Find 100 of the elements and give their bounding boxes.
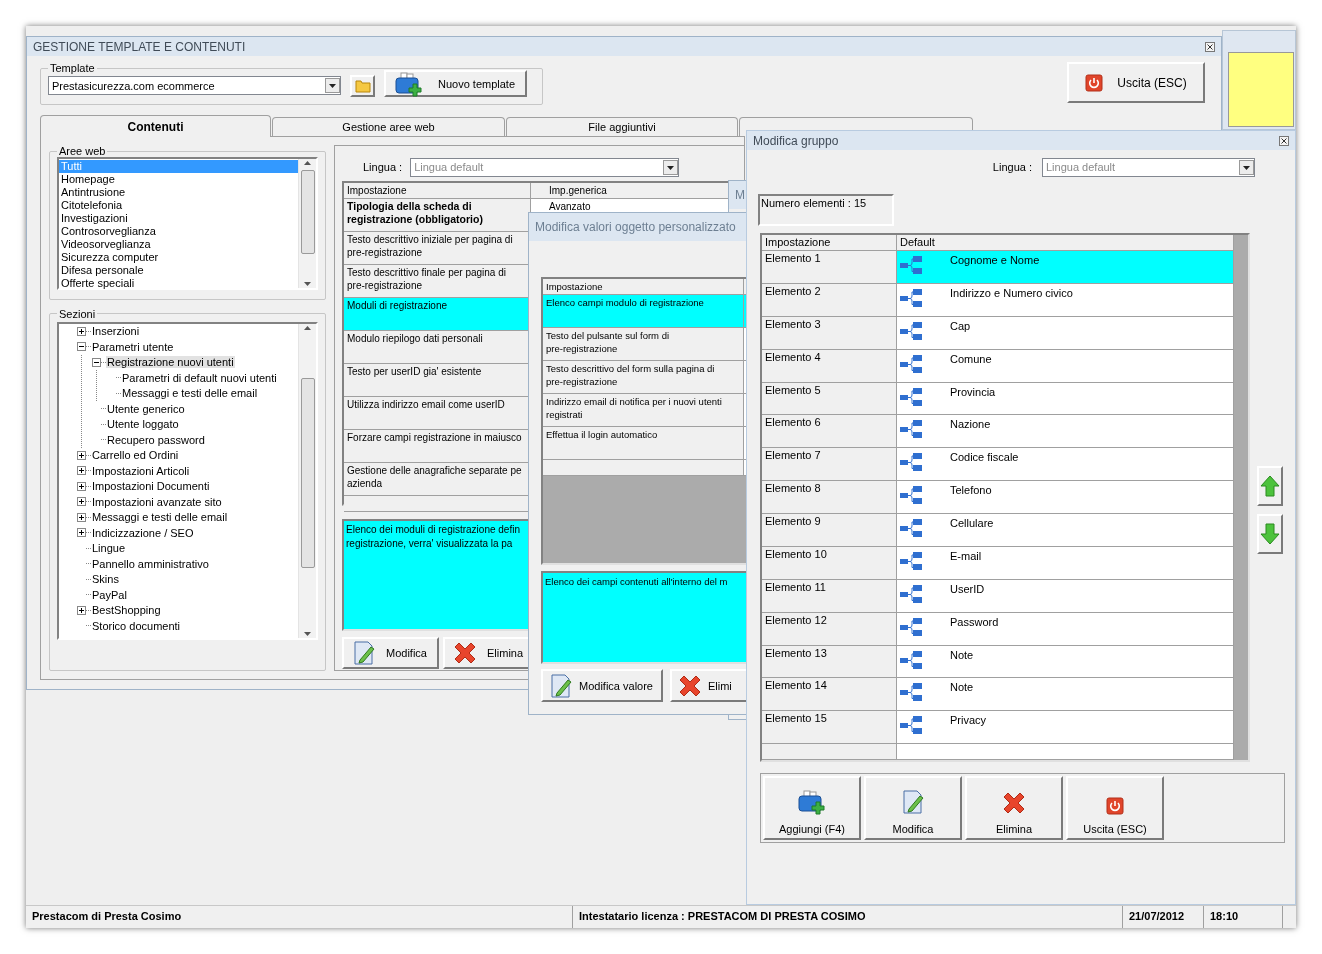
list-item[interactable]: Investigazioni bbox=[59, 212, 298, 225]
expand-icon[interactable] bbox=[77, 497, 86, 507]
table-cell[interactable]: Gestione delle anagrafiche separate pe azienda bbox=[344, 463, 531, 496]
list-item[interactable]: Videosorveglianza bbox=[59, 238, 298, 251]
expand-icon[interactable] bbox=[77, 481, 86, 491]
table-cell[interactable]: Elemento 7 bbox=[762, 448, 897, 482]
template-dropdown[interactable]: Prestasicurezza.com ecommerce bbox=[48, 76, 341, 95]
tree-item[interactable]: Impostazioni Articoli bbox=[91, 464, 191, 477]
edit-button[interactable]: Modifica valore bbox=[541, 669, 663, 702]
close-icon[interactable] bbox=[1279, 135, 1289, 146]
table-cell[interactable]: Testo del pulsante sul form di pre-registrazione bbox=[543, 328, 744, 361]
collapse-icon[interactable] bbox=[77, 342, 86, 352]
table-cell[interactable]: Elemento 5 bbox=[762, 382, 897, 416]
table-cell[interactable]: Elemento 6 bbox=[762, 415, 897, 449]
move-up-button[interactable] bbox=[1257, 466, 1283, 506]
tab[interactable]: Contenuti bbox=[40, 115, 271, 137]
list-item[interactable]: Difesa personale bbox=[59, 264, 298, 277]
list-item[interactable]: Homepage bbox=[59, 173, 298, 186]
table-cell[interactable]: Note bbox=[897, 645, 1234, 679]
tree-item[interactable]: Messaggi e testi delle email bbox=[91, 511, 229, 524]
table-cell[interactable]: Codice fiscale bbox=[897, 448, 1234, 482]
list-item[interactable]: Sicurezza computer bbox=[59, 251, 298, 264]
table-cell[interactable]: Modulo riepilogo dati personali bbox=[344, 331, 531, 364]
tab[interactable]: File aggiuntivi bbox=[506, 117, 738, 136]
table-cell[interactable]: Elemento 1 bbox=[762, 251, 897, 284]
table-cell[interactable]: Elemento 3 bbox=[762, 316, 897, 350]
tree-item[interactable]: Impostazioni avanzate sito bbox=[91, 495, 223, 508]
table-cell[interactable]: Tipologia della scheda di registrazione (obbligatorio) bbox=[344, 199, 531, 232]
list-item[interactable]: Citotelefonia bbox=[59, 199, 298, 212]
scroll-down-icon[interactable] bbox=[303, 279, 312, 288]
table-cell[interactable]: Testo descrittivo iniziale per pagina di pre-registrazione bbox=[344, 232, 531, 265]
table-cell[interactable]: Elemento 13 bbox=[762, 645, 897, 679]
scroll-thumb[interactable] bbox=[300, 377, 315, 568]
table-cell[interactable]: Elemento 2 bbox=[762, 283, 897, 317]
table-cell[interactable]: Indirizzo e Numero civico bbox=[897, 283, 1234, 317]
tree-item[interactable]: Storico documenti bbox=[91, 619, 182, 632]
tree-item[interactable]: Messaggi e testi delle email bbox=[121, 387, 259, 400]
tree-item[interactable]: Inserzioni bbox=[91, 325, 141, 338]
table-cell[interactable]: Elenco campi modulo di registrazione bbox=[543, 295, 744, 328]
expand-icon[interactable] bbox=[77, 466, 86, 476]
edit-button[interactable]: Modifica bbox=[864, 776, 962, 840]
list-item[interactable]: Offerte speciali bbox=[59, 277, 298, 290]
expand-icon[interactable] bbox=[77, 528, 86, 538]
tree-item[interactable]: Carrello ed Ordini bbox=[91, 449, 180, 462]
expand-icon[interactable] bbox=[77, 326, 86, 336]
table-cell[interactable]: Note bbox=[897, 678, 1234, 712]
table-cell[interactable]: Moduli di registrazione bbox=[344, 298, 531, 331]
tree-item[interactable]: PayPal bbox=[91, 588, 128, 601]
table-cell[interactable]: UserID bbox=[897, 579, 1234, 613]
tree-item[interactable]: Pannello amministrativo bbox=[91, 557, 210, 570]
scroll-up-icon[interactable] bbox=[303, 323, 312, 333]
table-cell[interactable]: Utilizza indirizzo email come userID bbox=[344, 397, 531, 430]
scrollbar[interactable] bbox=[298, 159, 316, 288]
folder-button[interactable] bbox=[350, 74, 375, 97]
tree-item[interactable]: Lingue bbox=[91, 542, 127, 555]
table-cell[interactable]: Elemento 15 bbox=[762, 711, 897, 745]
list-item[interactable]: Antintrusione bbox=[59, 186, 298, 199]
table-cell[interactable]: Forzare campi registrazione in maiusco bbox=[344, 430, 531, 463]
tree-item[interactable]: Skins bbox=[91, 573, 120, 586]
table-cell[interactable]: Indirizzo email di notifica per i nuovi utenti registrati bbox=[543, 394, 744, 427]
edit-button[interactable]: Modifica bbox=[342, 637, 439, 669]
collapse-icon[interactable] bbox=[92, 357, 101, 367]
scrollbar[interactable] bbox=[1234, 235, 1248, 760]
scroll-up-icon[interactable] bbox=[303, 159, 312, 168]
table-cell[interactable]: Effettua il login automatico bbox=[543, 427, 744, 460]
tree-item[interactable]: Parametri di default nuovi utenti bbox=[121, 371, 278, 384]
delete-button[interactable]: Elimina bbox=[965, 776, 1063, 840]
table-cell[interactable]: Elemento 8 bbox=[762, 481, 897, 514]
table-cell[interactable]: Cellulare bbox=[897, 514, 1234, 547]
table-cell[interactable]: Elemento 10 bbox=[762, 546, 897, 580]
exit-button[interactable]: Uscita (ESC) bbox=[1066, 776, 1164, 840]
table-cell[interactable]: Elemento 14 bbox=[762, 678, 897, 712]
table-cell[interactable]: Password bbox=[897, 612, 1234, 646]
tree-item[interactable]: Utente loggato bbox=[106, 418, 180, 431]
tree-item[interactable]: Utente generico bbox=[106, 402, 186, 415]
table-cell[interactable]: Cognome e Nome bbox=[897, 251, 1234, 284]
close-icon[interactable] bbox=[1205, 41, 1215, 52]
exit-button[interactable]: Uscita (ESC) bbox=[1067, 62, 1205, 103]
table-cell[interactable]: Telefono bbox=[897, 481, 1234, 514]
tree-item[interactable]: Recupero password bbox=[106, 433, 206, 446]
list-item[interactable]: Controsorveglianza bbox=[59, 225, 298, 238]
tab[interactable]: Gestione aree web bbox=[272, 117, 505, 136]
table-cell[interactable]: Elemento 12 bbox=[762, 612, 897, 646]
table-cell[interactable]: Testo per userID gia' esistente bbox=[344, 364, 531, 397]
table-cell[interactable]: Elemento 9 bbox=[762, 514, 897, 547]
table-cell[interactable]: Elemento 11 bbox=[762, 579, 897, 613]
scroll-thumb[interactable] bbox=[300, 170, 315, 254]
expand-icon[interactable] bbox=[77, 605, 86, 615]
table-cell[interactable]: Cap bbox=[897, 316, 1234, 350]
add-button[interactable]: Aggiungi (F4) bbox=[763, 776, 861, 840]
expand-icon[interactable] bbox=[77, 450, 86, 460]
tree-item[interactable]: Indicizzazione / SEO bbox=[91, 526, 195, 539]
table-cell[interactable]: Provincia bbox=[897, 382, 1234, 416]
table-cell[interactable]: Testo descrittivo finale per pagina di pre-registrazione bbox=[344, 265, 531, 298]
move-down-button[interactable] bbox=[1257, 514, 1283, 554]
tree-item[interactable]: Parametri utente bbox=[91, 340, 175, 353]
tree-item[interactable]: BestShopping bbox=[91, 604, 162, 617]
tree-item[interactable]: Registrazione nuovi utenti bbox=[106, 356, 235, 369]
table-cell[interactable]: E-mail bbox=[897, 546, 1234, 580]
expand-icon[interactable] bbox=[77, 512, 86, 522]
